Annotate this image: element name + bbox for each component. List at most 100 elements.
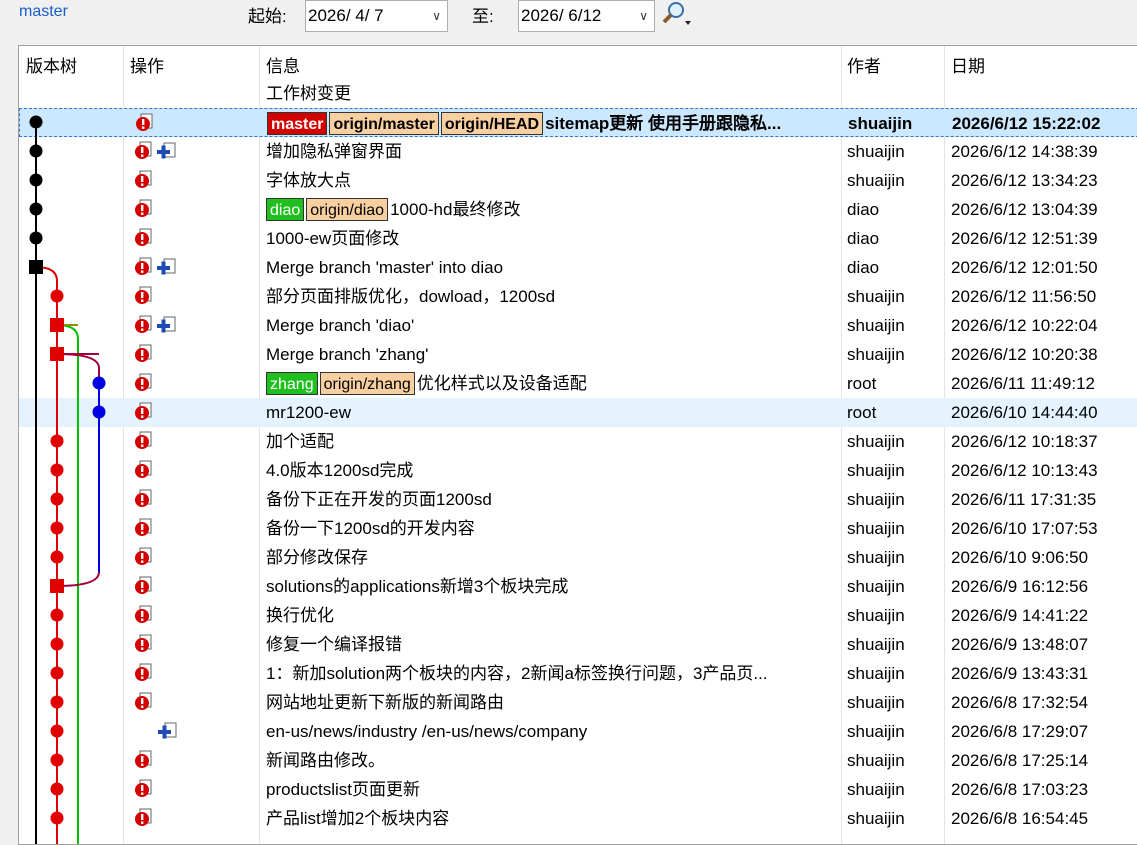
commit-row[interactable]: 备份一下1200sd的开发内容 shuaijin 2026/6/10 17:07:5… bbox=[19, 514, 1137, 543]
modified-file-icon[interactable] bbox=[134, 286, 154, 311]
commit-row[interactable]: 部分页面排版优化，dowload，1200sd shuaijin 2026/6/12… bbox=[19, 282, 1137, 311]
commit-node[interactable] bbox=[29, 231, 43, 245]
modified-file-icon[interactable] bbox=[134, 576, 154, 601]
commit-node[interactable] bbox=[50, 463, 64, 477]
modified-file-icon[interactable] bbox=[134, 547, 154, 572]
commit-node[interactable] bbox=[50, 492, 64, 506]
modified-file-icon[interactable] bbox=[134, 402, 154, 427]
commit-node[interactable] bbox=[50, 666, 64, 680]
modified-file-icon[interactable] bbox=[134, 663, 154, 688]
modified-file-icon[interactable] bbox=[134, 808, 154, 833]
modified-file-icon[interactable] bbox=[134, 228, 154, 253]
commit-node[interactable] bbox=[50, 811, 64, 825]
commit-row[interactable]: 1：新加solution两个板块的内容，2新闻a标签换行问题，3产品页... sh… bbox=[19, 659, 1137, 688]
modified-file-icon[interactable] bbox=[134, 373, 154, 398]
commit-row[interactable]: 产品list增加2个板块内容 shuaijin 2026/6/8 16:54:45 bbox=[19, 804, 1137, 833]
commit-row[interactable]: Merge branch 'diao' shuaijin 2026/6/12 10:… bbox=[19, 311, 1137, 340]
modified-file-icon[interactable] bbox=[134, 460, 154, 485]
commit-node[interactable] bbox=[92, 376, 106, 390]
commit-row[interactable]: Merge branch 'master' into diao diao 2026/… bbox=[19, 253, 1137, 282]
commit-row[interactable]: 换行优化 shuaijin 2026/6/9 14:41:22 bbox=[19, 601, 1137, 630]
added-file-icon[interactable] bbox=[156, 315, 178, 340]
merge-node[interactable] bbox=[29, 260, 43, 274]
commit-row[interactable]: mr1200-ew root 2026/6/10 14:44:40 bbox=[19, 398, 1137, 427]
ref-label-remote[interactable]: origin/master bbox=[329, 112, 439, 136]
commit-row[interactable]: Merge branch 'zhang' shuaijin 2026/6/12 10… bbox=[19, 340, 1137, 369]
modified-file-icon bbox=[135, 547, 152, 565]
to-date-picker[interactable]: 2026/ 6/12 ∨ bbox=[518, 0, 655, 32]
commit-node[interactable] bbox=[29, 115, 43, 129]
modified-file-icon[interactable] bbox=[134, 431, 154, 456]
commit-row[interactable]: en-us/news/industry /en-us/news/company s… bbox=[19, 717, 1137, 746]
commit-node[interactable] bbox=[50, 550, 64, 564]
commit-row[interactable]: 网站地址更新下新版的新闻路由 shuaijin 2026/6/8 17:32:54 bbox=[19, 688, 1137, 717]
commit-node[interactable] bbox=[50, 753, 64, 767]
column-header-date[interactable]: 日期 bbox=[951, 52, 985, 77]
column-header-author[interactable]: 作者 bbox=[847, 52, 881, 77]
added-file-icon[interactable] bbox=[156, 257, 178, 282]
merge-node[interactable] bbox=[50, 579, 64, 593]
merge-node[interactable] bbox=[50, 347, 64, 361]
added-file-icon[interactable] bbox=[157, 721, 179, 746]
modified-file-icon[interactable] bbox=[134, 518, 154, 543]
commit-row[interactable]: 加个适配 shuaijin 2026/6/12 10:18:37 bbox=[19, 427, 1137, 456]
modified-file-icon[interactable] bbox=[134, 634, 154, 659]
commit-node[interactable] bbox=[92, 405, 106, 419]
chevron-down-icon[interactable]: ∨ bbox=[432, 1, 441, 31]
modified-file-icon[interactable] bbox=[134, 315, 154, 340]
commit-row[interactable]: diao origin/diao 1000-hd最终修改 diao 2026/6/12 … bbox=[19, 195, 1137, 224]
commit-row[interactable]: 4.0版本1200sd完成 shuaijin 2026/6/12 10:13:43 bbox=[19, 456, 1137, 485]
working-tree-row[interactable]: 工作树变更 bbox=[19, 79, 1137, 108]
commit-row[interactable]: zhang origin/zhang 优化样式以及设备适配 root 2026/6/11… bbox=[19, 369, 1137, 398]
commit-row[interactable]: 1000-ew页面修改 diao 2026/6/12 12:51:39 bbox=[19, 224, 1137, 253]
branch-link[interactable]: master bbox=[19, 3, 68, 21]
commit-row[interactable]: 增加隐私弹窗界面 shuaijin 2026/6/12 14:38:39 bbox=[19, 137, 1137, 166]
commit-node[interactable] bbox=[50, 724, 64, 738]
ref-label-local[interactable]: zhang bbox=[266, 372, 318, 396]
commit-actions bbox=[131, 427, 261, 456]
merge-node[interactable] bbox=[50, 318, 64, 332]
added-file-icon[interactable] bbox=[156, 141, 178, 166]
commit-row[interactable]: 修复一个编译报错 shuaijin 2026/6/9 13:48:07 bbox=[19, 630, 1137, 659]
modified-file-icon[interactable] bbox=[134, 170, 154, 195]
commit-row[interactable]: productslist页面更新 shuaijin 2026/6/8 17:03:2… bbox=[19, 775, 1137, 804]
commit-row[interactable]: master origin/master origin/HEAD sitemap更新 … bbox=[19, 108, 1137, 137]
commit-actions bbox=[131, 340, 261, 369]
commit-row[interactable]: solutions的applications新增3个板块完成 shuaijin 20… bbox=[19, 572, 1137, 601]
column-header-message[interactable]: 信息 bbox=[266, 52, 300, 77]
ref-label-remote[interactable]: origin/diao bbox=[306, 198, 389, 222]
modified-file-icon[interactable] bbox=[134, 344, 154, 369]
commit-row[interactable]: 备份下正在开发的页面1200sd shuaijin 2026/6/11 17:31:… bbox=[19, 485, 1137, 514]
chevron-down-icon[interactable]: ∨ bbox=[639, 1, 648, 31]
ref-label-remote[interactable]: origin/HEAD bbox=[440, 112, 544, 136]
commit-node[interactable] bbox=[50, 608, 64, 622]
commit-node[interactable] bbox=[50, 289, 64, 303]
commit-node[interactable] bbox=[29, 144, 43, 158]
commit-node[interactable] bbox=[50, 521, 64, 535]
commit-node[interactable] bbox=[50, 434, 64, 448]
commit-node[interactable] bbox=[29, 173, 43, 187]
modified-file-icon[interactable] bbox=[134, 605, 154, 630]
modified-file-icon[interactable] bbox=[134, 489, 154, 514]
ref-label-remote[interactable]: origin/zhang bbox=[319, 372, 415, 396]
ref-label-head-local[interactable]: master bbox=[267, 112, 328, 136]
commit-node[interactable] bbox=[50, 782, 64, 796]
commit-node[interactable] bbox=[50, 637, 64, 651]
commit-node[interactable] bbox=[29, 202, 43, 216]
commit-row[interactable]: 部分修改保存 shuaijin 2026/6/10 9:06:50 bbox=[19, 543, 1137, 572]
modified-file-icon[interactable] bbox=[134, 141, 154, 166]
commit-row[interactable]: 新闻路由修改。 shuaijin 2026/6/8 17:25:14 bbox=[19, 746, 1137, 775]
from-date-picker[interactable]: 2026/ 4/ 7 ∨ bbox=[305, 0, 448, 32]
modified-file-icon[interactable] bbox=[134, 257, 154, 282]
commit-row[interactable]: 字体放大点 shuaijin 2026/6/12 13:34:23 bbox=[19, 166, 1137, 195]
column-header-graph[interactable]: 版本树 bbox=[26, 52, 77, 77]
modified-file-icon[interactable] bbox=[134, 692, 154, 717]
ref-label-local[interactable]: diao bbox=[266, 198, 305, 222]
commit-node[interactable] bbox=[50, 695, 64, 709]
column-header-actions[interactable]: 操作 bbox=[130, 52, 164, 77]
modified-file-icon[interactable] bbox=[134, 779, 154, 804]
search-button[interactable] bbox=[661, 0, 693, 30]
modified-file-icon[interactable] bbox=[135, 113, 155, 138]
modified-file-icon[interactable] bbox=[134, 199, 154, 224]
modified-file-icon[interactable] bbox=[134, 750, 154, 775]
